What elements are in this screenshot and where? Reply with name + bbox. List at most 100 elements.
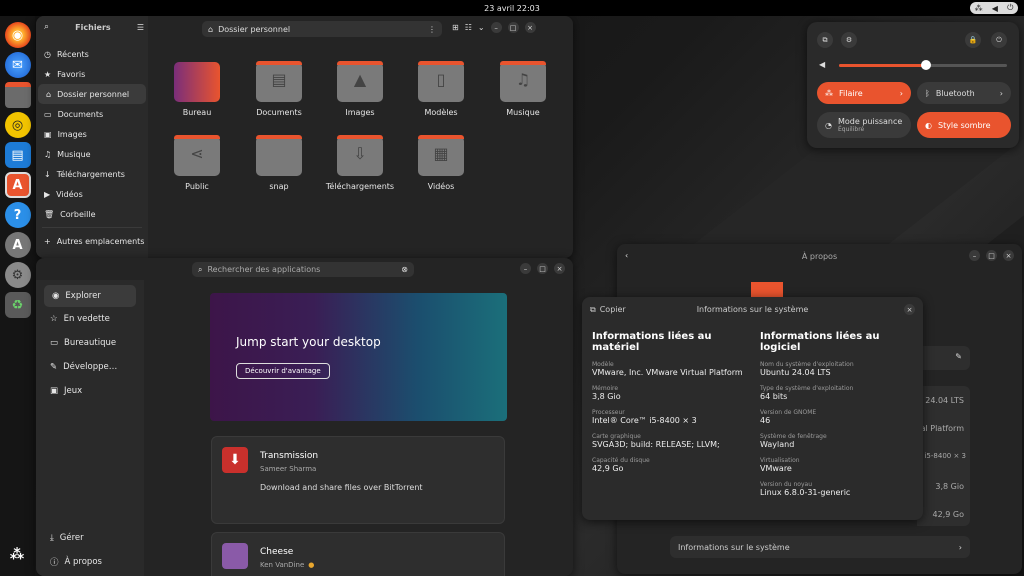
updater-icon[interactable]: A	[4, 232, 31, 258]
lock-button[interactable]: 🔒	[965, 32, 981, 48]
folder-snap[interactable]	[256, 135, 302, 176]
power-icon: ⏻	[1007, 3, 1014, 12]
about-row: 42,9 Go	[932, 510, 964, 519]
featured-banner[interactable]: Jump start your desktop Découvrir d'avan…	[210, 293, 507, 421]
transmission-icon: ⬇	[222, 447, 248, 473]
compass-icon: ◉	[52, 291, 60, 301]
nav-featured[interactable]: ☆ En vedette	[42, 307, 138, 331]
device-name-row[interactable]: ✎	[922, 346, 970, 370]
settings-icon[interactable]: ⚙	[4, 262, 31, 288]
about-row: al Platform	[920, 424, 964, 433]
files-window: ⌕ Fichiers ☰ ◷ Récents ★ Favoris ⌂ Dossier …	[36, 16, 573, 258]
sidebar-item-images[interactable]: ▣ Images	[36, 124, 148, 144]
app-card-cheese[interactable]: Cheese Ken VanDine ●	[211, 532, 505, 576]
system-tray[interactable]: ⁂ ◀ ⏻	[970, 2, 1018, 14]
minimize-button[interactable]: –	[490, 22, 502, 33]
maximize-button[interactable]: □	[507, 22, 519, 33]
clock[interactable]: 23 avril 22:03	[484, 4, 540, 13]
sidebar-item-starred[interactable]: ★ Favoris	[36, 64, 148, 84]
nav-manage[interactable]: ⤓ Gérer	[42, 526, 138, 550]
close-button[interactable]: ×	[554, 263, 565, 274]
folder-templates[interactable]: ▯	[418, 61, 464, 102]
nav-games[interactable]: ▣ Jeux	[42, 379, 138, 403]
app-center-icon[interactable]: A	[4, 172, 31, 198]
files-icon[interactable]	[4, 82, 31, 108]
edit-icon[interactable]: ✎	[955, 352, 962, 361]
folder-videos[interactable]: ▦	[418, 135, 464, 176]
nav-explore[interactable]: ◉ Explorer	[44, 285, 136, 307]
thunderbird-icon[interactable]: ✉	[4, 52, 31, 78]
power-mode-toggle[interactable]: ◔ Mode puissance Équilibré	[817, 112, 911, 138]
trash-icon[interactable]: ♻	[4, 292, 31, 318]
discover-button[interactable]: Découvrir d'avantage	[236, 363, 330, 379]
search-icon[interactable]: ⌕	[44, 22, 49, 32]
help-icon[interactable]: ?	[4, 202, 31, 228]
folder-music[interactable]: ♫	[500, 61, 546, 102]
minimize-button[interactable]: –	[969, 250, 980, 261]
app-search-input[interactable]: ⌕ Rechercher des applications ⊗	[192, 262, 414, 277]
download-icon: ↓	[44, 169, 51, 179]
sidebar-item-videos[interactable]: ▶ Vidéos	[36, 184, 148, 204]
template-icon: ▯	[436, 70, 446, 89]
bluetooth-toggle[interactable]: ᛒ Bluetooth ›	[917, 82, 1011, 104]
volume-slider-handle[interactable]	[921, 60, 932, 70]
folder-documents[interactable]: ▤	[256, 61, 302, 102]
minimize-button[interactable]: –	[520, 263, 531, 274]
chevron-right-icon[interactable]: ›	[1000, 89, 1003, 98]
screenshot-button[interactable]: ⧉	[817, 32, 833, 48]
folder-images[interactable]: ▲	[337, 61, 383, 102]
search-icon: ⌕	[198, 264, 203, 274]
chevron-right-icon[interactable]: ›	[900, 89, 903, 98]
sidebar-item-downloads[interactable]: ↓ Téléchargements	[36, 164, 148, 184]
software-heading: Informations liées au logiciel	[760, 331, 880, 353]
maximize-button[interactable]: □	[537, 263, 548, 274]
folder-label: Téléchargements	[325, 182, 395, 191]
system-info-row[interactable]: Informations sur le système ›	[670, 536, 970, 558]
folder-downloads[interactable]: ⇩	[337, 135, 383, 176]
power-button[interactable]: ⏻	[991, 32, 1007, 48]
sidebar-item-trash[interactable]: 🗑 Corbeille	[36, 204, 148, 224]
sidebar-item-music[interactable]: ♫ Musique	[36, 144, 148, 164]
wired-toggle[interactable]: ⁂ Filaire ›	[817, 82, 911, 104]
nav-development[interactable]: ✎ Développe…	[42, 355, 138, 379]
path-bar[interactable]: ⌂ Dossier personnel ⋮	[202, 21, 442, 37]
folder-bureau[interactable]	[174, 62, 220, 102]
app-description: Download and share files over BitTorrent	[260, 483, 423, 492]
nav-about[interactable]: ⓘ À propos	[42, 550, 138, 574]
close-button[interactable]: ×	[1003, 250, 1014, 261]
volume-slider[interactable]	[839, 60, 1007, 70]
trash-icon: 🗑	[44, 209, 55, 219]
writer-icon[interactable]: ▤	[4, 142, 31, 168]
sidebar-item-other-locations[interactable]: + Autres emplacements	[36, 231, 148, 251]
show-apps-icon[interactable]: ⁂	[4, 542, 30, 568]
bluetooth-icon: ᛒ	[925, 88, 930, 98]
nav-productivity[interactable]: ▭ Bureautique	[42, 331, 138, 355]
app-card-transmission[interactable]: ⬇ Transmission Sameer Sharma Download an…	[211, 436, 505, 524]
more-icon[interactable]: ⋮	[428, 25, 436, 34]
new-folder-icon[interactable]: ⊞	[452, 23, 459, 32]
home-icon: ⌂	[46, 89, 52, 99]
maximize-button[interactable]: □	[986, 250, 997, 261]
info-icon: ⓘ	[50, 558, 59, 568]
settings-button[interactable]: ⚙	[841, 32, 857, 48]
close-button[interactable]: ×	[904, 304, 915, 315]
view-list-icon[interactable]: ☷	[465, 23, 472, 32]
sidebar-item-home[interactable]: ⌂ Dossier personnel	[38, 84, 146, 104]
chevron-down-icon[interactable]: ⌄	[478, 23, 485, 32]
sidebar-item-documents[interactable]: ▭ Documents	[36, 104, 148, 124]
dark-style-toggle[interactable]: ◐ Style sombre	[917, 112, 1011, 138]
folder-public[interactable]: ⋖	[174, 135, 220, 176]
music-icon: ♫	[44, 149, 52, 159]
firefox-icon[interactable]: ◉	[4, 22, 31, 48]
rhythmbox-icon[interactable]: ◎	[4, 112, 31, 138]
close-button[interactable]: ×	[524, 22, 536, 33]
video-icon: ▶	[44, 189, 51, 199]
plus-icon: +	[44, 236, 51, 246]
sidebar-item-recent[interactable]: ◷ Récents	[36, 44, 148, 64]
clock-icon: ◷	[44, 49, 51, 59]
clear-icon[interactable]: ⊗	[401, 265, 408, 274]
menu-icon[interactable]: ☰	[137, 23, 144, 32]
briefcase-icon: ▭	[50, 338, 59, 348]
app-author: Sameer Sharma	[260, 465, 317, 473]
volume-icon: ◀	[819, 60, 826, 69]
